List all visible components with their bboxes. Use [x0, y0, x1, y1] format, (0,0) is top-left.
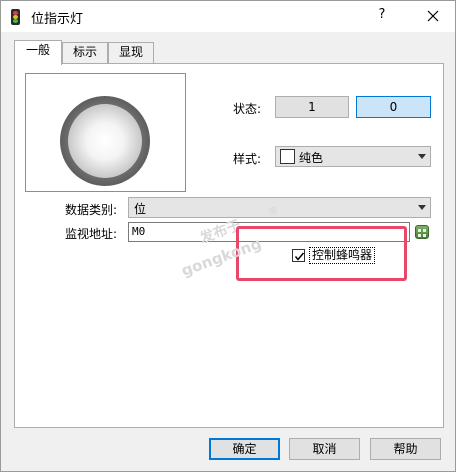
dialog-window: 位指示灯 ? 一般 标示 显现 状态: 1 0 样式: 纯色 数据类别: 位 监… — [0, 0, 456, 472]
data-type-label: 数据类别: — [65, 203, 118, 217]
tab-label[interactable]: 标示 — [62, 42, 108, 63]
lamp-preview — [25, 73, 186, 192]
chevron-down-icon — [418, 205, 426, 210]
tab-general[interactable]: 一般 — [14, 40, 62, 65]
close-button[interactable] — [421, 4, 445, 28]
state-label: 状态: — [233, 102, 262, 116]
tab-display[interactable]: 显现 — [108, 42, 154, 63]
style-value: 纯色 — [299, 151, 324, 165]
state-1-button[interactable]: 1 — [275, 96, 349, 118]
style-label: 样式: — [233, 152, 262, 166]
help-button[interactable]: 帮助 — [370, 438, 441, 460]
lamp-icon — [60, 96, 150, 186]
address-picker-icon[interactable] — [415, 225, 429, 239]
style-select[interactable]: 纯色 — [275, 146, 431, 167]
help-title-button[interactable]: ? — [373, 7, 391, 25]
window-title: 位指示灯 — [31, 12, 84, 27]
title-bar: 位指示灯 ? — [1, 1, 455, 32]
highlight-box — [236, 226, 407, 281]
monitor-address-label: 监视地址: — [65, 227, 118, 241]
data-type-value: 位 — [134, 202, 147, 216]
monitor-address-value: M0 — [132, 225, 146, 238]
color-swatch — [280, 149, 295, 164]
close-icon — [427, 10, 439, 22]
chevron-down-icon — [418, 154, 426, 159]
state-0-button[interactable]: 0 — [356, 96, 431, 118]
cancel-button[interactable]: 取消 — [289, 438, 360, 460]
traffic-light-icon — [11, 9, 20, 25]
ok-button[interactable]: 确定 — [209, 438, 280, 460]
